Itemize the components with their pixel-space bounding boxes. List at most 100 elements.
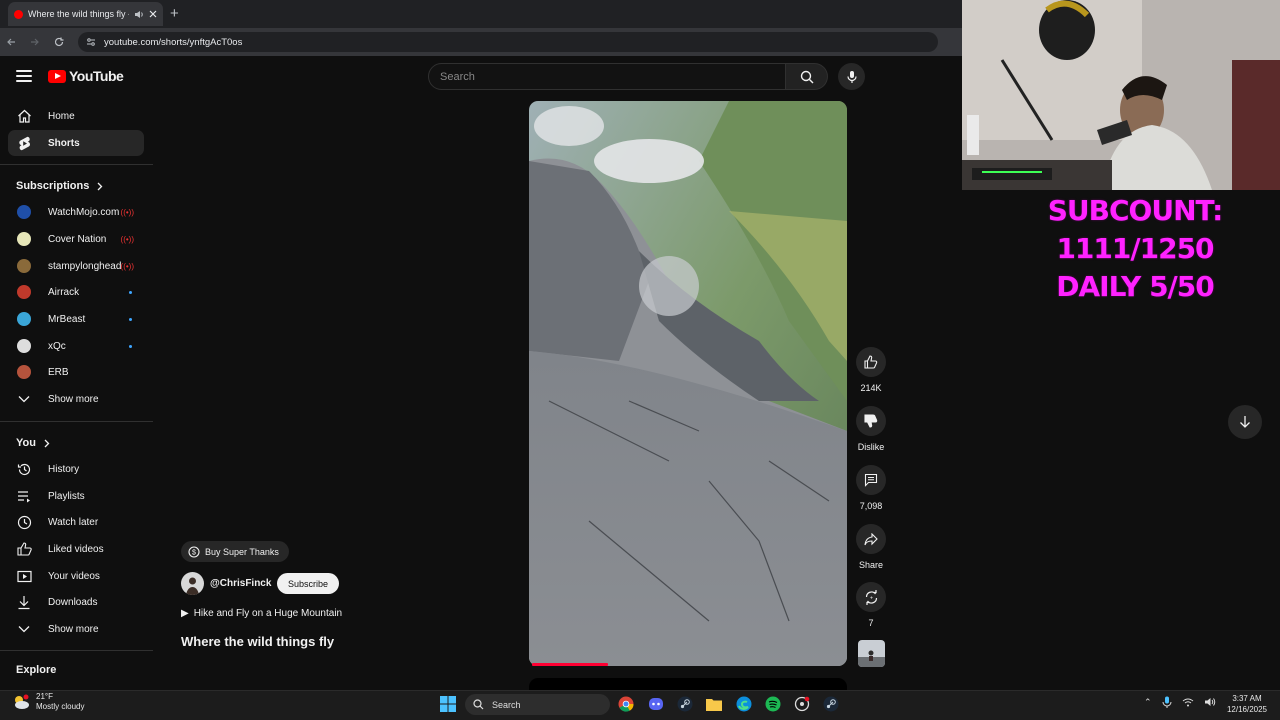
- microphone-icon: [846, 70, 857, 83]
- you-heading[interactable]: You: [16, 437, 50, 449]
- site-info-icon[interactable]: [86, 37, 96, 47]
- music-link[interactable]: ▶ Hike and Fly on a Huge Mountain: [181, 608, 342, 619]
- microphone-icon[interactable]: [1162, 696, 1172, 708]
- sidebar-item-label: Shorts: [48, 137, 80, 149]
- sound-thumbnail[interactable]: [858, 640, 885, 667]
- taskbar-file-explorer[interactable]: [705, 695, 723, 713]
- subscriptions-heading[interactable]: Subscriptions: [16, 180, 103, 192]
- sidebar-item-airrack[interactable]: Airrack: [8, 279, 144, 305]
- avatar: [17, 205, 31, 219]
- sidebar-item-cover-nation[interactable]: Cover Nation ((•)): [8, 226, 144, 252]
- music-title: Hike and Fly on a Huge Mountain: [193, 608, 343, 619]
- channel-name[interactable]: @ChrisFinck: [210, 578, 271, 589]
- weather-widget[interactable]: 21°F Mostly cloudy: [12, 692, 84, 712]
- sidebar-item-xqc[interactable]: xQc: [8, 333, 144, 359]
- start-button[interactable]: [439, 695, 457, 713]
- close-tab-icon[interactable]: [149, 10, 157, 18]
- subscribe-button[interactable]: Subscribe: [277, 573, 339, 594]
- sidebar-divider: [0, 650, 153, 651]
- live-icon: ((•)): [120, 234, 134, 244]
- sidebar-item-label: xQc: [48, 340, 66, 352]
- new-tab-button[interactable]: +: [170, 5, 179, 22]
- chevron-down-icon: [16, 391, 32, 407]
- youtube-logo[interactable]: YouTube: [48, 68, 124, 84]
- your-videos-icon: [16, 568, 32, 584]
- browser-tab[interactable]: Where the wild things fly -: [8, 2, 163, 26]
- volume-icon[interactable]: [1204, 697, 1216, 707]
- share-icon: [856, 524, 886, 554]
- channel-avatar[interactable]: [181, 572, 204, 595]
- taskbar-edge[interactable]: [735, 695, 753, 713]
- taskbar-app[interactable]: [793, 695, 811, 713]
- cloud-icon: [15, 694, 29, 709]
- sidebar-item-label: Playlists: [48, 490, 85, 502]
- chevron-up-icon[interactable]: ⌃: [1144, 697, 1152, 708]
- svg-text:+: +: [870, 595, 873, 601]
- liked-videos-icon: [16, 541, 32, 557]
- remix-button[interactable]: + 7: [855, 582, 887, 628]
- chevron-down-icon: [16, 621, 32, 637]
- sidebar-item-erb[interactable]: ERB: [8, 359, 144, 385]
- sidebar-item-liked-videos[interactable]: Liked videos: [8, 536, 144, 562]
- search-icon: [473, 699, 484, 710]
- taskbar-steam[interactable]: [676, 695, 694, 713]
- chevron-right-icon: [44, 439, 50, 447]
- steam-icon: [677, 696, 693, 712]
- sidebar-item-shorts[interactable]: Shorts: [8, 130, 144, 156]
- dislike-label: Dislike: [857, 442, 885, 452]
- chevron-right-icon: [97, 182, 103, 190]
- webcam-feed: [962, 0, 1280, 190]
- stream-overlay-text: SUBCOUNT: 1111/1250 DAILY 5/50: [990, 192, 1280, 306]
- clock[interactable]: 3:37 AM 12/16/2025: [1222, 693, 1272, 715]
- taskbar-chrome[interactable]: [617, 695, 635, 713]
- reload-icon[interactable]: [54, 37, 64, 47]
- sidebar-item-downloads[interactable]: Downloads: [8, 589, 144, 615]
- buy-super-thanks-button[interactable]: $ Buy Super Thanks: [181, 541, 289, 562]
- search-input[interactable]: Search: [428, 63, 786, 90]
- sidebar-item-label: Downloads: [48, 596, 98, 608]
- taskbar-search[interactable]: Search: [465, 694, 610, 715]
- voice-search-button[interactable]: [838, 63, 865, 90]
- sidebar-item-home[interactable]: Home: [8, 103, 144, 129]
- system-tray: ⌃: [1144, 696, 1216, 708]
- speaker-icon[interactable]: [134, 10, 144, 19]
- taskbar: [0, 690, 1280, 720]
- sidebar-item-watchmojo[interactable]: WatchMojo.com ((•)): [8, 199, 144, 225]
- sidebar-item-watch-later[interactable]: Watch later: [8, 509, 144, 535]
- wifi-icon[interactable]: [1182, 697, 1194, 707]
- dislike-button[interactable]: Dislike: [855, 406, 887, 452]
- share-button[interactable]: Share: [855, 524, 887, 570]
- you-show-more[interactable]: Show more: [8, 616, 144, 642]
- taskbar-spotify[interactable]: [764, 695, 782, 713]
- sidebar-item-playlists[interactable]: Playlists: [8, 483, 144, 509]
- explore-heading: Explore: [16, 664, 57, 676]
- sidebar-item-label: Cover Nation: [48, 233, 107, 245]
- chrome-icon: [618, 696, 634, 712]
- comments-button[interactable]: 7,098: [855, 465, 887, 511]
- sidebar-item-stampylonghead[interactable]: stampylonghead ((•)): [8, 253, 144, 279]
- shorts-icon: [16, 135, 32, 151]
- subscriptions-show-more[interactable]: Show more: [8, 386, 144, 412]
- sidebar-item-label: Your videos: [48, 570, 100, 582]
- forward-icon[interactable]: [30, 37, 40, 47]
- edge-icon: [736, 696, 752, 712]
- taskbar-steam-2[interactable]: [822, 695, 840, 713]
- sidebar-item-mrbeast[interactable]: MrBeast: [8, 306, 144, 332]
- sidebar-item-your-videos[interactable]: Your videos: [8, 563, 144, 589]
- back-icon[interactable]: [6, 37, 16, 47]
- play-icon: ▶: [181, 608, 189, 619]
- avatar: [17, 312, 31, 326]
- history-icon: [16, 461, 32, 477]
- like-button[interactable]: 214K: [855, 347, 887, 393]
- sidebar-item-label: Show more: [48, 393, 99, 405]
- menu-icon[interactable]: [16, 70, 32, 82]
- search-button[interactable]: [786, 63, 828, 90]
- avatar: [17, 232, 31, 246]
- sidebar-item-history[interactable]: History: [8, 456, 144, 482]
- address-bar[interactable]: youtube.com/shorts/ynftgAcT0os: [78, 32, 938, 52]
- video-progress-bar[interactable]: [532, 663, 609, 666]
- remix-icon: +: [856, 582, 886, 612]
- short-video-player[interactable]: [529, 101, 847, 666]
- taskbar-discord[interactable]: [647, 695, 665, 713]
- next-short-button[interactable]: [1228, 405, 1262, 439]
